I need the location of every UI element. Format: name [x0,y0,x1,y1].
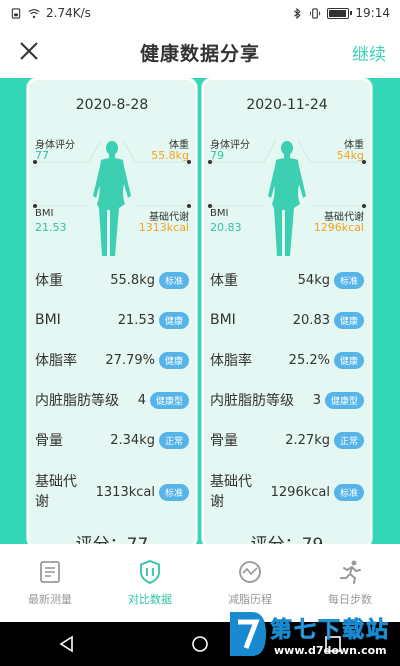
metric-row: 内脏脂肪等级 4 健康型 [35,386,189,414]
metric-row: 骨量 2.27kg 正常 [210,426,364,454]
metric-row: 骨量 2.34kg 正常 [35,426,189,454]
status-badge: 正常 [158,431,189,449]
metric-row: 基础代谢 1296kcal 标准 [210,472,364,512]
status-badge: 健康 [158,311,189,329]
bluetooth-icon [294,7,301,19]
metric-value: 27.79% [105,352,155,368]
metric-name: 内脏脂肪等级 [210,393,294,409]
metric-value: 1313kcal [95,484,155,500]
status-badge: 标准 [158,271,189,289]
status-badge: 健康 [333,311,364,329]
metric-name: 基础代谢 [35,474,77,510]
tab-label: 每日步数 [328,593,372,606]
comparison-area[interactable]: 2020-8-28 身体评分 77 体重 55.8kg BMI 21.53 基础… [0,78,400,544]
back-icon[interactable] [57,634,77,654]
metric-name: 体重 [35,273,63,289]
metric-row: 体重 55.8kg 标准 [35,266,189,294]
status-badge: 标准 [333,483,364,501]
close-icon[interactable] [16,38,42,64]
metric-name: 体重 [210,273,238,289]
clock-time: 19:14 [355,6,390,20]
total-score: 评分：79 [204,530,370,544]
metric-name: BMI [210,312,236,328]
metric-name: 骨量 [210,433,238,449]
wifi-icon [28,8,40,18]
metric-name: 骨量 [35,433,63,449]
tab-label: 对比数据 [128,593,172,606]
metric-value: 2.27kg [285,432,330,448]
watermark-logo: 第七下载站 www.d7down.com [226,606,396,666]
body-figure-icon [33,139,191,256]
metric-value: 25.2% [288,352,330,368]
body-figure-icon [208,139,366,256]
tab-label: 最新测量 [28,593,72,606]
home-icon[interactable] [190,634,210,654]
body-figure-panel: 身体评分 77 体重 55.8kg BMI 21.53 基础代谢 1313kca… [29,124,195,262]
metric-row: BMI 21.53 健康 [35,306,189,334]
metric-name: 体脂率 [210,353,252,369]
metric-row: 体脂率 25.2% 健康 [210,346,364,374]
metric-value: 55.8kg [110,272,155,288]
tab-latest-measurement[interactable]: 最新测量 [0,544,100,622]
status-badge: 健康 [158,351,189,369]
status-badge: 正常 [333,431,364,449]
network-speed: 2.74K/s [46,6,91,20]
comparison-card-2: 2020-11-24 身体评分 79 体重 54kg BMI 20.83 基础代… [202,78,372,544]
watermark-text: 第七下载站 [270,618,391,644]
measure-date: 2020-11-24 [246,97,328,113]
app-header: 健康数据分享 继续 [0,26,400,78]
status-badge: 标准 [158,483,189,501]
metric-value: 2.34kg [110,432,155,448]
metric-value: 3 [312,392,321,408]
status-bar: 2.74K/s 19:14 [0,0,400,26]
tab-label: 减脂历程 [228,593,272,606]
continue-button[interactable]: 继续 [352,40,386,65]
metric-value: 4 [137,392,146,408]
metric-row: BMI 20.83 健康 [210,306,364,334]
metric-row: 基础代谢 1313kcal 标准 [35,472,189,512]
metric-name: 基础代谢 [210,474,252,510]
measure-date: 2020-8-28 [75,97,149,113]
metric-value: 54kg [297,272,330,288]
status-badge: 健康型 [149,391,189,409]
metric-name: 体脂率 [35,353,77,369]
comparison-card-1: 2020-8-28 身体评分 77 体重 55.8kg BMI 21.53 基础… [27,78,197,544]
metric-value: 21.53 [117,312,155,328]
page-title: 健康数据分享 [139,42,260,65]
runner-icon [340,560,361,584]
watermark-url: www.d7down.com [274,644,387,657]
metric-value: 1296kcal [270,484,330,500]
battery-icon [327,7,353,19]
document-icon [40,561,60,583]
vibrate-icon [310,7,321,19]
status-badge: 健康 [333,351,364,369]
metric-row: 内脏脂肪等级 3 健康型 [210,386,364,414]
compare-icon [140,560,160,584]
status-badge: 健康型 [324,391,364,409]
metric-name: BMI [35,312,61,328]
metric-row: 体脂率 27.79% 健康 [35,346,189,374]
metric-name: 内脏脂肪等级 [35,393,119,409]
tab-compare-data[interactable]: 对比数据 [100,544,200,622]
d7-logo-icon [230,612,266,656]
status-badge: 标准 [333,271,364,289]
history-icon [239,561,261,583]
total-score: 评分：77 [29,530,195,544]
body-figure-panel: 身体评分 79 体重 54kg BMI 20.83 基础代谢 1296kcal [204,124,370,262]
sim-icon [11,7,21,19]
metric-row: 体重 54kg 标准 [210,266,364,294]
metric-value: 20.83 [292,312,330,328]
